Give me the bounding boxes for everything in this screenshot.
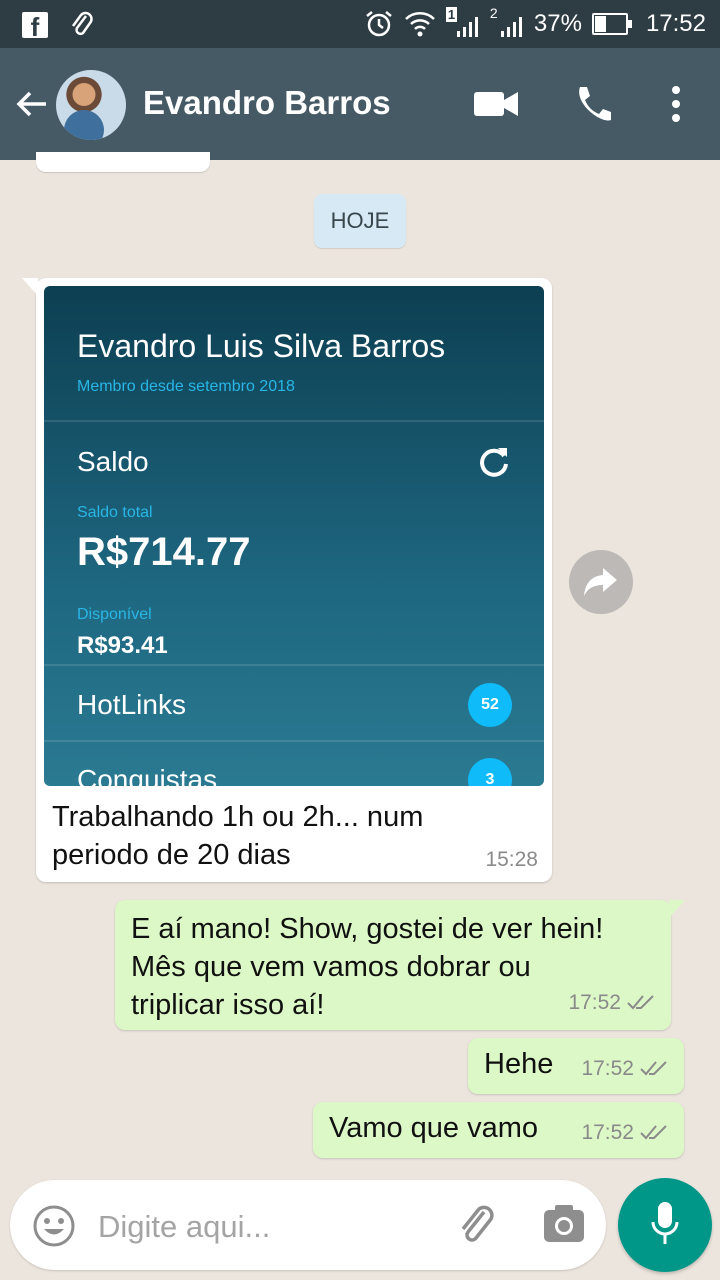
image-total-label: Saldo total — [77, 504, 153, 521]
refresh-icon — [480, 448, 508, 477]
outgoing-message[interactable]: Vamo que vamo 17:52 — [313, 1102, 684, 1158]
status-bar: f 1 2 37% 17:52 — [0, 0, 720, 48]
achievements-count-badge: 3 — [468, 758, 512, 786]
sim2-label: 2 — [489, 5, 498, 21]
message-text: E aí mano! Show, gostei de ver hein! Mês… — [131, 910, 603, 1024]
double-check-icon — [627, 995, 654, 1010]
image-hotlinks-label: HotLinks — [77, 689, 186, 720]
outgoing-message[interactable]: E aí mano! Show, gostei de ver hein! Mês… — [115, 900, 685, 1030]
caption-line: periodo de 20 dias — [52, 839, 291, 871]
wifi-icon — [405, 12, 435, 37]
avatar[interactable] — [56, 70, 126, 140]
message-line: E aí mano! Show, gostei de ver hein! — [131, 913, 604, 945]
signal-icon-sim1: 1 — [445, 7, 480, 39]
status-clock: 17:52 — [645, 10, 706, 37]
message-input[interactable] — [96, 1204, 440, 1250]
caption-line: Trabalhando 1h ou 2h... num — [52, 801, 424, 833]
image-balance-title: Saldo — [77, 446, 149, 477]
forward-button[interactable] — [569, 550, 633, 614]
message-text: Vamo que vamo — [329, 1112, 539, 1144]
back-arrow-icon[interactable] — [14, 86, 50, 122]
facebook-icon: f — [22, 12, 48, 42]
video-call-icon[interactable] — [474, 90, 518, 118]
message-meta: 17:52 — [568, 984, 657, 1022]
shared-image[interactable]: Evandro Luis Silva Barros Membro desde s… — [44, 286, 544, 786]
forward-icon — [584, 568, 617, 596]
double-check-icon — [640, 1061, 667, 1076]
message-time: 17:52 — [568, 991, 621, 1014]
more-vert-icon[interactable] — [668, 84, 684, 124]
message-line: Mês que vem vamos dobrar ou — [131, 951, 531, 983]
message-time: 17:52 — [581, 1121, 634, 1144]
emoji-icon[interactable] — [32, 1204, 76, 1248]
divider — [44, 664, 544, 666]
hotlinks-count-badge: 52 — [468, 683, 512, 727]
battery-percent: 37% — [533, 10, 582, 37]
chat-area[interactable]: HOJE Evandro Luis Silva Barros Membro de… — [0, 152, 720, 1170]
incoming-image-message[interactable]: Evandro Luis Silva Barros Membro desde s… — [22, 278, 552, 882]
message-composer — [10, 1180, 606, 1270]
signal-icon-sim2: 2 — [490, 5, 524, 39]
mic-button[interactable] — [618, 1178, 712, 1272]
contact-name[interactable]: Evandro Barros — [143, 84, 391, 122]
date-divider: HOJE — [314, 194, 406, 248]
image-caption: Trabalhando 1h ou 2h... num periodo de 2… — [52, 798, 492, 874]
divider — [44, 420, 544, 422]
message-text: Hehe — [484, 1048, 554, 1080]
message-time: 15:28 — [485, 848, 538, 871]
image-account-name: Evandro Luis Silva Barros — [77, 328, 446, 364]
message-meta: 17:52 — [581, 1114, 670, 1152]
image-available-value: R$93.41 — [77, 632, 168, 659]
image-total-value: R$714.77 — [77, 530, 251, 574]
previous-message-bubble — [36, 152, 210, 172]
double-check-icon — [640, 1125, 667, 1140]
image-achievements-label: Conquistas — [77, 764, 218, 786]
outgoing-message[interactable]: Hehe 17:52 — [468, 1038, 684, 1094]
message-line: triplicar isso aí! — [131, 989, 325, 1021]
attach-icon[interactable] — [454, 1202, 498, 1246]
alarm-icon — [366, 11, 392, 37]
camera-icon[interactable] — [543, 1204, 585, 1244]
image-available-label: Disponível — [77, 606, 152, 623]
chat-header: Evandro Barros — [0, 48, 720, 160]
battery-icon — [591, 13, 632, 35]
image-member-since: Membro desde setembro 2018 — [77, 378, 295, 395]
message-meta: 17:52 — [581, 1050, 670, 1088]
phone-icon[interactable] — [572, 84, 612, 124]
mic-icon — [651, 1202, 679, 1244]
message-time: 17:52 — [581, 1057, 634, 1080]
divider — [44, 740, 544, 742]
paperclip-icon — [71, 11, 93, 36]
